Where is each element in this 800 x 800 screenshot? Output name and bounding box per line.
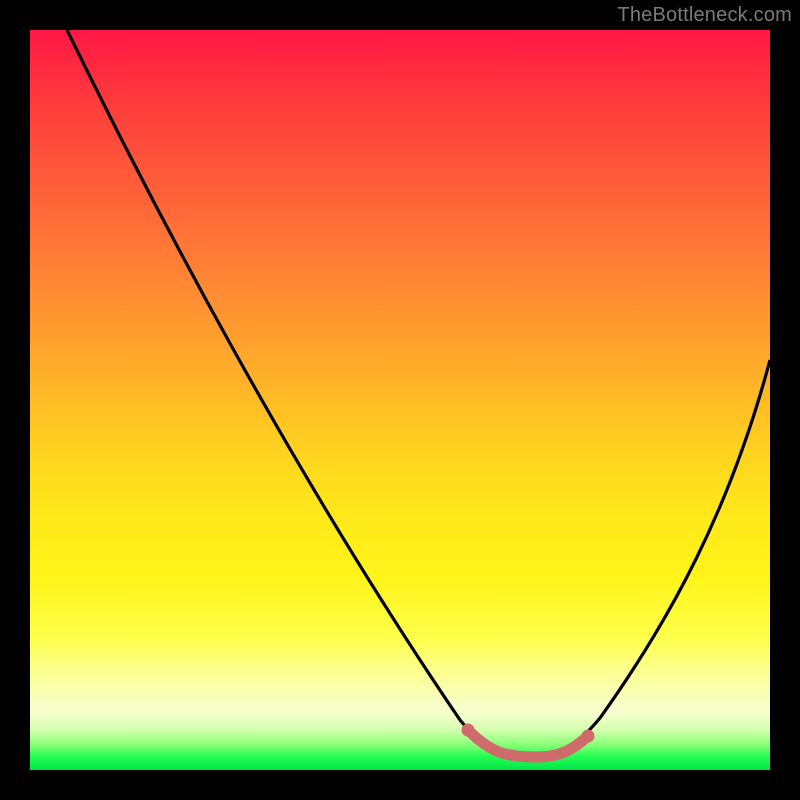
bottleneck-curve <box>30 30 770 770</box>
watermark-text: TheBottleneck.com <box>617 4 792 27</box>
curve-path <box>67 30 770 756</box>
flat-region-start-dot <box>462 724 475 737</box>
flat-region-marker <box>468 730 588 757</box>
chart-frame: TheBottleneck.com <box>0 0 800 800</box>
plot-area <box>30 30 770 770</box>
flat-region-end-dot <box>582 730 595 743</box>
